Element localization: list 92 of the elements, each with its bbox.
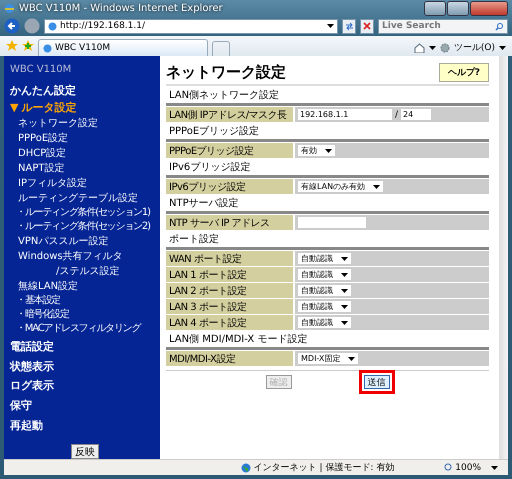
browser-icon — [4, 2, 15, 14]
section-heading: PPPoEブリッジ設定 — [168, 124, 260, 138]
section-heading: ポート設定 — [168, 232, 220, 246]
field-label: LAN側 IPアドレス/マスク長 — [166, 107, 293, 122]
caret-icon — [327, 24, 334, 28]
caret-icon — [341, 256, 348, 260]
menu-item[interactable]: 再起動 — [10, 416, 160, 434]
menu-item[interactable]: DHCP設定 — [10, 146, 160, 161]
mask-field[interactable]: 24 — [401, 109, 432, 120]
back-icon[interactable] — [4, 18, 20, 34]
field-label: IPv6ブリッジ設定 — [166, 179, 293, 194]
page-icon — [43, 44, 52, 52]
section-heading: NTPサーバ設定 — [168, 196, 240, 210]
select-field[interactable]: 有効 — [298, 145, 335, 156]
refresh-icon — [344, 22, 354, 30]
security-zone: インターネット | 保護モード: 有効 — [254, 462, 394, 474]
select-field[interactable]: 自動認識 — [298, 301, 351, 312]
search-input[interactable]: Live Search — [382, 21, 495, 31]
caret-icon — [341, 304, 348, 308]
gear-icon — [440, 42, 450, 52]
close-button[interactable] — [470, 0, 508, 16]
help-button[interactable]: ヘルプ? — [438, 62, 489, 82]
caret-icon — [491, 466, 498, 470]
stop-button[interactable] — [360, 18, 374, 34]
favorites-star-icon[interactable] — [6, 40, 18, 52]
menu-item[interactable]: ログ表示 — [10, 377, 160, 395]
menu-item[interactable]: ルーティングテーブル設定 — [10, 190, 160, 206]
menu-item[interactable]: IPフィルタ設定 — [10, 176, 160, 191]
caret-icon — [428, 46, 436, 50]
zoom-control[interactable]: 100% — [444, 462, 491, 472]
apply-button[interactable]: 反映 — [71, 444, 99, 459]
section-heading: LAN側 MDI/MDI-X モード設定 — [168, 332, 308, 346]
tools-menu[interactable]: ツール(O) — [454, 41, 495, 54]
section-heading: IPv6ブリッジ設定 — [168, 160, 252, 174]
refresh-button[interactable] — [342, 18, 356, 34]
submenu-item[interactable]: ・MACアドレスフィルタリング — [10, 322, 160, 336]
caret-icon — [341, 272, 348, 276]
menu-section[interactable]: ▼ ルータ設定 — [10, 99, 160, 116]
submenu-item[interactable]: ・ルーティング条件(セッション1) — [10, 206, 160, 220]
select-field[interactable]: MDI-X固定 — [298, 353, 358, 364]
add-favorite-icon[interactable] — [22, 40, 34, 52]
field-label: LAN 3 ポート設定 — [166, 299, 293, 314]
menu-item[interactable]: NAPT設定 — [10, 160, 160, 176]
menu-item[interactable]: かんたん設定 — [10, 82, 160, 100]
caret-icon — [373, 184, 380, 188]
close-icon — [363, 22, 371, 30]
separator: / — [395, 110, 398, 120]
submenu-item[interactable]: ・ルーティング条件(セッション2) — [10, 220, 160, 234]
window-title: WBC V110M - Windows Internet Explorer — [19, 2, 224, 14]
menu-item[interactable]: 無線LAN設定 — [10, 278, 160, 294]
menu-item[interactable]: 保守 — [10, 396, 160, 414]
section-heading: LAN側ネットワーク設定 — [168, 88, 280, 102]
menu-item[interactable]: PPPoE設定 — [10, 130, 160, 146]
field-label: PPPoEブリッジ設定 — [166, 143, 293, 158]
page-title: ネットワーク設定 — [166, 62, 286, 82]
browser-tab[interactable]: WBC V110M — [38, 39, 208, 56]
brand-label: WBC V110M — [10, 63, 72, 78]
field-label: LAN 1 ポート設定 — [166, 267, 293, 282]
home-icon[interactable] — [414, 42, 425, 52]
search-field[interactable]: Live Search — [378, 18, 508, 34]
select-field[interactable]: 自動認識 — [298, 317, 351, 328]
field-label: NTP サーバ IP アドレス — [166, 215, 293, 230]
menu-item[interactable]: 電話設定 — [10, 338, 160, 356]
field-label: MDI/MDI-X設定 — [166, 351, 293, 366]
submenu-item[interactable]: ・暗号化設定 — [10, 308, 160, 322]
minimize-button[interactable] — [424, 0, 446, 16]
field-label: WAN ポート設定 — [166, 251, 293, 266]
caret-icon — [499, 46, 506, 50]
address-field[interactable]: http://192.168.1.1/ — [44, 18, 338, 34]
search-icon — [495, 22, 504, 30]
field-label: LAN 2 ポート設定 — [166, 283, 293, 298]
scrollbar[interactable] — [499, 56, 508, 459]
select-field[interactable]: 有線LANのみ有効 — [298, 181, 384, 192]
select-field[interactable]: 自動認識 — [298, 269, 351, 280]
input-field[interactable] — [298, 217, 366, 228]
menu-item[interactable]: Windows共有フィルタ /ステルス設定 — [10, 248, 160, 279]
menu-item[interactable]: ネットワーク設定 — [10, 116, 160, 131]
caret-icon — [348, 356, 356, 360]
menu-item[interactable]: 状態表示 — [10, 357, 160, 376]
globe-icon — [240, 462, 251, 472]
ip-address-field[interactable]: 192.168.1.1 — [298, 109, 392, 120]
expand-marker: ▼ — [10, 101, 18, 114]
menu-item[interactable]: VPNパススルー設定 — [10, 234, 160, 249]
caret-icon — [341, 288, 348, 292]
page-icon — [48, 22, 57, 30]
caret-icon — [325, 148, 332, 152]
maximize-button[interactable] — [447, 0, 469, 16]
submenu-item[interactable]: ・基本設定 — [10, 294, 160, 308]
field-label: LAN 4 ポート設定 — [166, 315, 293, 330]
caret-icon — [341, 320, 348, 324]
select-field[interactable]: 自動認識 — [298, 253, 351, 264]
select-field[interactable]: 自動認識 — [298, 285, 351, 296]
